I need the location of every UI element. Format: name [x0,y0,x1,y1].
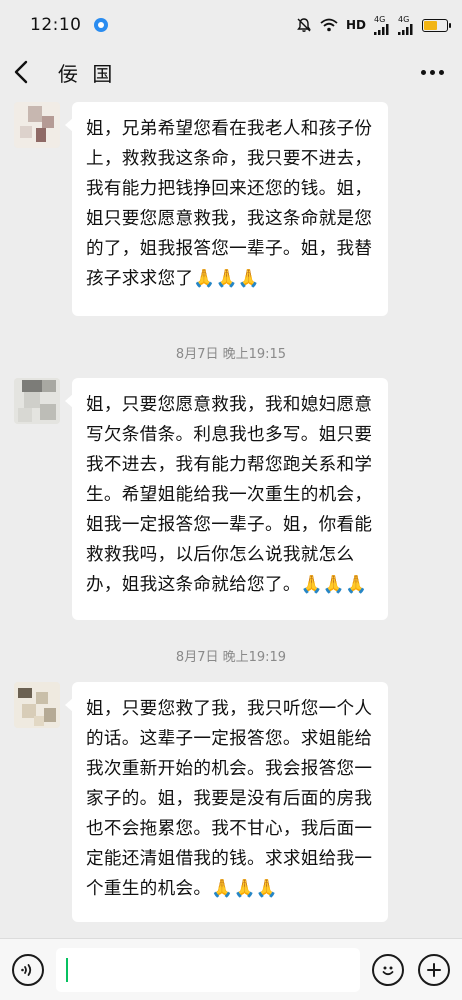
signal-indicator-1: 4G [374,15,390,35]
input-bar [0,938,462,1000]
message-item: 姐，只要您愿意救我，我和媳妇愿意写欠条借条。利息我也多写。姐只要我不进去，我有能… [14,378,388,620]
signal-indicator-2: 4G [398,15,414,35]
wifi-icon [320,18,338,32]
message-item: 姐，兄弟希望您看在我老人和孩子份上，救救我这条命，我只要不进去，我有能力把钱挣回… [14,102,388,316]
emoji-button[interactable] [372,953,404,986]
network-hd-label: HD [345,18,366,32]
message-input[interactable] [56,947,360,992]
more-functions-button[interactable] [418,953,450,986]
back-button[interactable] [14,57,40,87]
avatar[interactable] [14,102,60,148]
signal-label-2: 4G [398,15,410,24]
emoji-icon [382,966,394,975]
text-caret [66,957,68,982]
voice-icon [21,963,32,976]
avatar[interactable] [14,378,60,424]
app-notification-icon [93,18,108,32]
more-dots-icon [421,69,426,75]
voice-button[interactable] [12,953,44,986]
status-indicators: HD 4G 4G [296,15,451,35]
message-item: 姐，只要您救了我，我只听您一个人的话。这辈子一定报答您。求姐能给我次重新开始的机… [14,682,388,922]
chat-title: 佞 国 [58,61,117,86]
timestamp: 8月7日 晚上19:15 [175,347,287,362]
more-button[interactable] [417,64,448,81]
message-bubble[interactable]: 姐，兄弟希望您看在我老人和孩子份上，救救我这条命，我只要不进去，我有能力把钱挣回… [65,102,388,316]
signal-label-1: 4G [374,15,386,24]
status-time: 12:10 [30,15,82,35]
timestamp: 8月7日 晚上19:19 [175,650,287,665]
bell-muted-icon [296,17,312,33]
chevron-left-icon [14,60,28,84]
chat-header: 佞 国 [0,50,462,94]
message-bubble[interactable]: 姐，只要您愿意救我，我和媳妇愿意写欠条借条。利息我也多写。姐只要我不进去，我有能… [65,378,388,620]
message-bubble[interactable]: 姐，只要您救了我，我只听您一个人的话。这辈子一定报答您。求姐能给我次重新开始的机… [65,682,388,922]
avatar[interactable] [14,682,60,728]
battery-icon [422,18,451,32]
plus-icon [427,962,441,977]
status-bar: 12:10 HD 4G 4G [0,0,462,50]
